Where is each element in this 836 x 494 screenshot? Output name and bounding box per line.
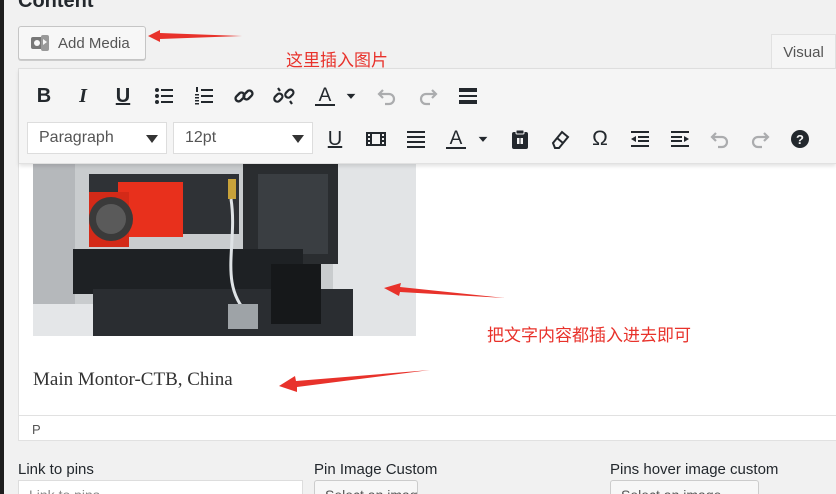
font-size-value: 12pt bbox=[185, 129, 217, 146]
italic-icon: I bbox=[79, 84, 87, 107]
underline-icon: U bbox=[327, 127, 343, 150]
toolbar-toggle-icon bbox=[459, 88, 477, 104]
underline-icon: U bbox=[115, 84, 131, 107]
toolbar-toggle-button[interactable] bbox=[452, 80, 484, 112]
media-icon bbox=[31, 35, 49, 51]
annotation-insert-text: 把文字内容都插入进去即可 bbox=[487, 326, 691, 346]
numbered-list-icon bbox=[195, 87, 213, 105]
pin-image-custom-label: Pin Image Custom bbox=[314, 461, 438, 478]
editor-toolbar: B I U A Paragraph 12pt U A Ω ? bbox=[19, 69, 836, 164]
caret-down-icon bbox=[146, 135, 158, 143]
decrease-indent-button[interactable] bbox=[624, 123, 656, 155]
redo-button[interactable] bbox=[412, 80, 444, 112]
clipboard-icon bbox=[512, 129, 528, 149]
eraser-icon bbox=[551, 130, 570, 149]
insert-link-button[interactable] bbox=[228, 80, 260, 112]
format-select-value: Paragraph bbox=[39, 129, 114, 146]
caret-down-icon bbox=[346, 93, 356, 99]
arrow-to-add-media bbox=[148, 30, 242, 42]
redo-icon bbox=[419, 89, 438, 106]
special-character-button[interactable]: Ω bbox=[584, 123, 616, 155]
undo-button[interactable] bbox=[371, 80, 403, 112]
section-title: Content bbox=[18, 0, 94, 12]
toolbar-row-2: Paragraph 12pt U A Ω ? bbox=[19, 119, 836, 159]
pins-hover-select-button[interactable]: Select an image bbox=[610, 480, 759, 494]
link-to-pins-label: Link to pins bbox=[18, 461, 94, 478]
format-select[interactable]: Paragraph bbox=[27, 122, 167, 154]
redo-button-2[interactable] bbox=[744, 123, 776, 155]
editor-status-path[interactable]: P bbox=[19, 415, 836, 441]
window-edge bbox=[0, 0, 4, 494]
add-media-label: Add Media bbox=[58, 34, 130, 52]
help-icon: ? bbox=[791, 130, 809, 148]
indent-icon bbox=[671, 131, 689, 147]
undo-icon bbox=[377, 89, 396, 106]
underline-button[interactable]: U bbox=[107, 80, 139, 112]
font-size-select[interactable]: 12pt bbox=[173, 122, 313, 154]
omega-icon: Ω bbox=[592, 127, 608, 150]
tab-visual[interactable]: Visual bbox=[771, 34, 836, 70]
caret-down-icon bbox=[478, 136, 488, 142]
remove-link-button[interactable] bbox=[268, 80, 300, 112]
outdent-icon bbox=[631, 131, 649, 147]
undo-icon bbox=[710, 132, 729, 149]
underline-button-2[interactable]: U bbox=[319, 123, 351, 155]
machine-photo bbox=[33, 164, 416, 336]
svg-text:?: ? bbox=[796, 132, 804, 147]
editor: B I U A Paragraph 12pt U A Ω ? Main Mont… bbox=[18, 68, 836, 441]
bold-icon: B bbox=[36, 84, 52, 107]
undo-button-2[interactable] bbox=[704, 123, 736, 155]
link-to-pins-input[interactable]: Link to pins bbox=[18, 480, 303, 494]
film-icon bbox=[366, 132, 386, 146]
italic-button[interactable]: I bbox=[67, 80, 99, 112]
toolbar-row-1: B I U A bbox=[19, 76, 836, 116]
pin-image-select-button[interactable]: Select an image bbox=[314, 480, 418, 494]
unlink-icon bbox=[273, 87, 295, 105]
link-icon bbox=[234, 89, 254, 103]
annotation-insert-image: 这里插入图片 bbox=[286, 51, 388, 71]
add-media-button[interactable]: Add Media bbox=[18, 26, 146, 60]
bullet-list-icon bbox=[155, 88, 173, 104]
pins-hover-image-label: Pins hover image custom bbox=[610, 461, 779, 478]
redo-icon bbox=[751, 132, 770, 149]
justify-button[interactable] bbox=[400, 123, 432, 155]
numbered-list-button[interactable] bbox=[188, 80, 220, 112]
caret-down-icon bbox=[292, 135, 304, 143]
bold-button[interactable]: B bbox=[28, 80, 60, 112]
help-button[interactable]: ? bbox=[784, 123, 816, 155]
text-color-button[interactable]: A bbox=[309, 80, 341, 112]
insert-media-button[interactable] bbox=[360, 123, 392, 155]
paste-text-button[interactable] bbox=[504, 123, 536, 155]
clear-formatting-button[interactable] bbox=[544, 123, 576, 155]
text-color-dropdown[interactable] bbox=[343, 80, 359, 112]
bg-color-dropdown[interactable] bbox=[475, 123, 491, 155]
image-caption[interactable]: Main Montor-CTB, China bbox=[33, 369, 233, 391]
bullet-list-button[interactable] bbox=[148, 80, 180, 112]
increase-indent-button[interactable] bbox=[664, 123, 696, 155]
inserted-image[interactable] bbox=[33, 164, 416, 336]
justify-icon bbox=[407, 131, 425, 148]
bg-color-button[interactable]: A bbox=[440, 123, 472, 155]
